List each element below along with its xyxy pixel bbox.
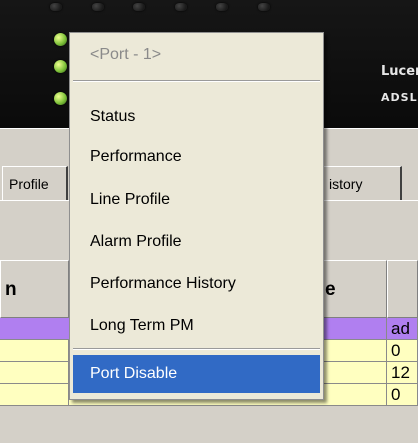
menu-title: <Port - 1>	[90, 46, 162, 63]
port-context-menu: <Port - 1> Status Performance Line Profi…	[69, 32, 324, 400]
table-cell[interactable]: 0	[387, 384, 418, 406]
led-indicator	[54, 60, 67, 73]
column-header[interactable]: n	[0, 260, 69, 318]
menu-item-performance-history[interactable]: Performance History	[73, 264, 320, 304]
menu-item-status[interactable]: Status	[73, 97, 320, 137]
table-cell[interactable]: 12	[387, 362, 418, 384]
menu-item-performance[interactable]: Performance	[73, 137, 320, 177]
led-indicator	[92, 3, 104, 11]
led-indicator	[216, 3, 228, 11]
tab-history[interactable]: istory	[322, 166, 402, 200]
table-cell[interactable]: 0	[387, 340, 418, 362]
table-cell[interactable]	[0, 384, 69, 406]
led-indicator	[54, 92, 67, 105]
menu-item-line-profile[interactable]: Line Profile	[73, 180, 320, 220]
brand-name: Lucen	[381, 64, 418, 79]
led-indicator	[133, 3, 145, 11]
menu-separator	[73, 80, 320, 82]
led-indicator	[54, 33, 67, 46]
brand-subtitle: ADSL	[381, 91, 418, 104]
menu-item-long-term-pm[interactable]: Long Term PM	[73, 306, 320, 346]
tab-label: istory	[329, 176, 363, 192]
menu-separator	[73, 348, 320, 350]
menu-item-port-disable[interactable]: Port Disable	[73, 355, 320, 393]
led-indicator	[258, 3, 270, 11]
tab-label: Profile	[9, 176, 49, 192]
led-indicator	[50, 3, 62, 11]
led-indicator	[175, 3, 187, 11]
menu-item-alarm-profile[interactable]: Alarm Profile	[73, 222, 320, 262]
column-header[interactable]	[387, 260, 418, 318]
table-cell[interactable]	[0, 340, 69, 362]
tab-profile[interactable]: Profile	[2, 166, 68, 200]
table-cell[interactable]: ad	[387, 318, 418, 340]
table-cell[interactable]	[0, 362, 69, 384]
